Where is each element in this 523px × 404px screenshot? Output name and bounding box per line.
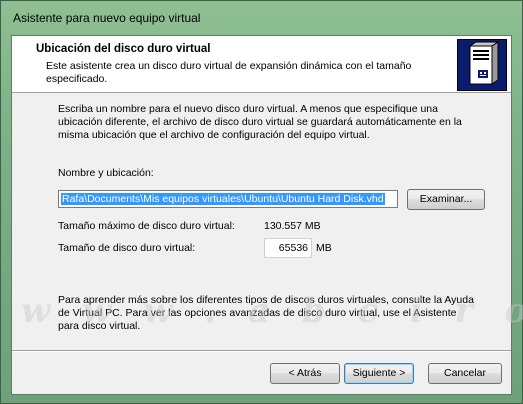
cancel-button[interactable]: Cancelar: [428, 363, 502, 384]
wizard-window: Asistente para nuevo equipo virtual Ubic…: [0, 0, 523, 404]
wizard-header: Ubicación del disco duro virtual Este as…: [12, 36, 511, 93]
next-button[interactable]: Siguiente >: [344, 363, 414, 384]
page-title: Ubicación del disco duro virtual: [36, 43, 211, 55]
window-title: Asistente para nuevo equipo virtual: [13, 11, 201, 25]
size-input[interactable]: 65536: [264, 238, 312, 258]
browse-button[interactable]: Examinar...: [407, 189, 485, 210]
footer-divider: [12, 350, 511, 352]
path-input[interactable]: Rafa\Documents\Mis equipos virtuales\Ubu…: [58, 190, 398, 208]
title-bar[interactable]: Asistente para nuevo equipo virtual: [1, 1, 522, 35]
page-description: Este asistente crea un disco duro virtua…: [46, 60, 412, 85]
path-label: Nombre y ubicación:: [58, 167, 154, 179]
max-size-value: 130.557 MB: [264, 220, 321, 232]
size-label: Tamaño de disco duro virtual:: [58, 242, 196, 254]
max-size-label: Tamaño máximo de disco duro virtual:: [58, 220, 235, 232]
back-button[interactable]: < Atrás: [270, 363, 340, 384]
wizard-client-area: Ubicación del disco duro virtual Este as…: [11, 35, 512, 395]
intro-text: Escriba un nombre para el nuevo disco du…: [58, 103, 462, 141]
server-icon: [457, 39, 507, 91]
size-unit: MB: [316, 242, 332, 254]
help-text: Para aprender más sobre los diferentes t…: [58, 294, 474, 332]
path-input-value: Rafa\Documents\Mis equipos virtuales\Ubu…: [61, 193, 385, 205]
